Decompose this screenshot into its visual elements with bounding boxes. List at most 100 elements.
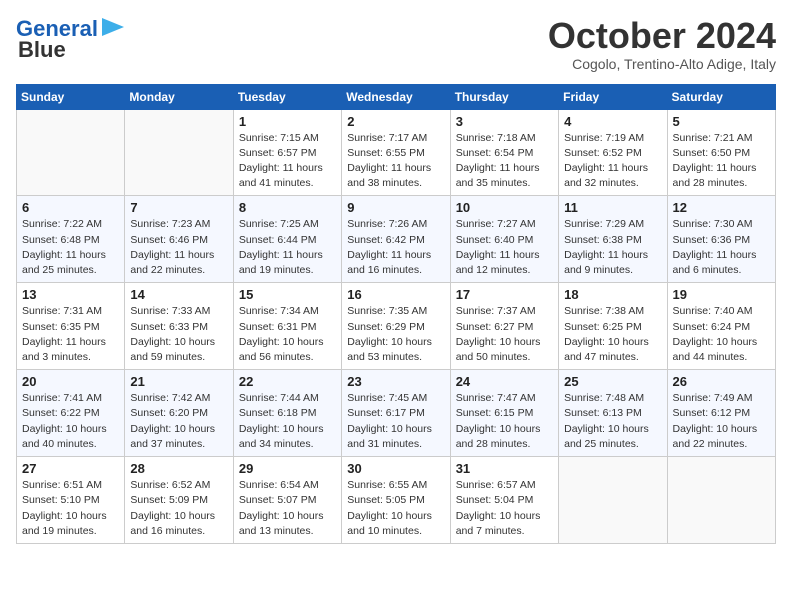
- day-number: 12: [673, 200, 770, 215]
- day-info: Sunrise: 7:26 AM Sunset: 6:42 PM Dayligh…: [347, 217, 444, 278]
- calendar-cell: 25 Sunrise: 7:48 AM Sunset: 6:13 PM Dayli…: [559, 370, 667, 457]
- calendar-cell: 3 Sunrise: 7:18 AM Sunset: 6:54 PM Daylig…: [450, 109, 558, 196]
- day-number: 23: [347, 374, 444, 389]
- day-info: Sunrise: 7:22 AM Sunset: 6:48 PM Dayligh…: [22, 217, 119, 278]
- logo-blue-text: Blue: [18, 39, 66, 61]
- day-number: 4: [564, 114, 661, 129]
- calendar-cell: 14 Sunrise: 7:33 AM Sunset: 6:33 PM Dayli…: [125, 283, 233, 370]
- calendar-cell: 16Sunrise: 7:35 AM Sunset: 6:29 PM Dayli…: [342, 283, 450, 370]
- calendar-header-row: SundayMondayTuesdayWednesdayThursdayFrid…: [17, 84, 776, 109]
- page-header: General Blue October 2024 Cogolo, Trenti…: [16, 16, 776, 72]
- calendar-cell: 26 Sunrise: 7:49 AM Sunset: 6:12 PM Dayli…: [667, 370, 775, 457]
- location-subtitle: Cogolo, Trentino-Alto Adige, Italy: [548, 56, 776, 72]
- calendar-cell: 28 Sunrise: 6:52 AM Sunset: 5:09 PM Dayli…: [125, 457, 233, 544]
- day-number: 21: [130, 374, 227, 389]
- day-info: Sunrise: 7:40 AM Sunset: 6:24 PM Dayligh…: [673, 304, 770, 365]
- calendar-cell: 1 Sunrise: 7:15 AM Sunset: 6:57 PM Daylig…: [233, 109, 341, 196]
- day-info: Sunrise: 7:33 AM Sunset: 6:33 PM Dayligh…: [130, 304, 227, 365]
- calendar-cell: 12 Sunrise: 7:30 AM Sunset: 6:36 PM Dayli…: [667, 196, 775, 283]
- calendar-cell: 17 Sunrise: 7:37 AM Sunset: 6:27 PM Dayli…: [450, 283, 558, 370]
- calendar-cell: 18 Sunrise: 7:38 AM Sunset: 6:25 PM Dayli…: [559, 283, 667, 370]
- calendar-cell: [125, 109, 233, 196]
- day-info: Sunrise: 7:48 AM Sunset: 6:13 PM Dayligh…: [564, 391, 661, 452]
- day-number: 29: [239, 461, 336, 476]
- calendar-cell: 9 Sunrise: 7:26 AM Sunset: 6:42 PM Daylig…: [342, 196, 450, 283]
- day-number: 11: [564, 200, 661, 215]
- day-number: 19: [673, 287, 770, 302]
- day-info: Sunrise: 7:23 AM Sunset: 6:46 PM Dayligh…: [130, 217, 227, 278]
- day-number: 14: [130, 287, 227, 302]
- day-number: 3: [456, 114, 553, 129]
- logo: General Blue: [16, 16, 124, 61]
- day-number: 16: [347, 287, 444, 302]
- day-info: Sunrise: 7:17 AM Sunset: 6:55 PM Dayligh…: [347, 131, 444, 192]
- day-info: Sunrise: 7:30 AM Sunset: 6:36 PM Dayligh…: [673, 217, 770, 278]
- calendar-cell: 31 Sunrise: 6:57 AM Sunset: 5:04 PM Dayli…: [450, 457, 558, 544]
- calendar-weekday-header: Wednesday: [342, 84, 450, 109]
- day-info: Sunrise: 7:37 AM Sunset: 6:27 PM Dayligh…: [456, 304, 553, 365]
- calendar-week-row: 6 Sunrise: 7:22 AM Sunset: 6:48 PM Daylig…: [17, 196, 776, 283]
- day-info: Sunrise: 7:18 AM Sunset: 6:54 PM Dayligh…: [456, 131, 553, 192]
- month-title: October 2024: [548, 16, 776, 56]
- day-info: Sunrise: 6:55 AM Sunset: 5:05 PM Dayligh…: [347, 478, 444, 539]
- day-number: 25: [564, 374, 661, 389]
- calendar-cell: 13 Sunrise: 7:31 AM Sunset: 6:35 PM Dayli…: [17, 283, 125, 370]
- day-info: Sunrise: 6:51 AM Sunset: 5:10 PM Dayligh…: [22, 478, 119, 539]
- day-number: 28: [130, 461, 227, 476]
- day-info: Sunrise: 7:25 AM Sunset: 6:44 PM Dayligh…: [239, 217, 336, 278]
- day-number: 7: [130, 200, 227, 215]
- day-number: 9: [347, 200, 444, 215]
- day-info: Sunrise: 6:54 AM Sunset: 5:07 PM Dayligh…: [239, 478, 336, 539]
- calendar-cell: 30 Sunrise: 6:55 AM Sunset: 5:05 PM Dayli…: [342, 457, 450, 544]
- day-info: Sunrise: 7:34 AM Sunset: 6:31 PM Dayligh…: [239, 304, 336, 365]
- day-info: Sunrise: 7:15 AM Sunset: 6:57 PM Dayligh…: [239, 131, 336, 192]
- calendar-cell: [667, 457, 775, 544]
- day-number: 1: [239, 114, 336, 129]
- calendar-table: SundayMondayTuesdayWednesdayThursdayFrid…: [16, 84, 776, 544]
- day-number: 18: [564, 287, 661, 302]
- day-number: 17: [456, 287, 553, 302]
- day-info: Sunrise: 7:49 AM Sunset: 6:12 PM Dayligh…: [673, 391, 770, 452]
- day-info: Sunrise: 7:45 AM Sunset: 6:17 PM Dayligh…: [347, 391, 444, 452]
- calendar-week-row: 27Sunrise: 6:51 AM Sunset: 5:10 PM Dayli…: [17, 457, 776, 544]
- day-number: 2: [347, 114, 444, 129]
- day-number: 26: [673, 374, 770, 389]
- day-number: 6: [22, 200, 119, 215]
- day-info: Sunrise: 7:29 AM Sunset: 6:38 PM Dayligh…: [564, 217, 661, 278]
- title-block: October 2024 Cogolo, Trentino-Alto Adige…: [548, 16, 776, 72]
- day-info: Sunrise: 7:21 AM Sunset: 6:50 PM Dayligh…: [673, 131, 770, 192]
- calendar-cell: 15Sunrise: 7:34 AM Sunset: 6:31 PM Dayli…: [233, 283, 341, 370]
- calendar-week-row: 20Sunrise: 7:41 AM Sunset: 6:22 PM Dayli…: [17, 370, 776, 457]
- calendar-cell: [17, 109, 125, 196]
- day-number: 22: [239, 374, 336, 389]
- calendar-weekday-header: Monday: [125, 84, 233, 109]
- calendar-cell: 20Sunrise: 7:41 AM Sunset: 6:22 PM Dayli…: [17, 370, 125, 457]
- day-number: 5: [673, 114, 770, 129]
- calendar-cell: 7 Sunrise: 7:23 AM Sunset: 6:46 PM Daylig…: [125, 196, 233, 283]
- calendar-weekday-header: Thursday: [450, 84, 558, 109]
- day-info: Sunrise: 7:27 AM Sunset: 6:40 PM Dayligh…: [456, 217, 553, 278]
- calendar-cell: 8Sunrise: 7:25 AM Sunset: 6:44 PM Daylig…: [233, 196, 341, 283]
- calendar-cell: 27Sunrise: 6:51 AM Sunset: 5:10 PM Dayli…: [17, 457, 125, 544]
- day-info: Sunrise: 6:57 AM Sunset: 5:04 PM Dayligh…: [456, 478, 553, 539]
- day-number: 13: [22, 287, 119, 302]
- day-info: Sunrise: 7:31 AM Sunset: 6:35 PM Dayligh…: [22, 304, 119, 365]
- calendar-weekday-header: Friday: [559, 84, 667, 109]
- calendar-cell: 24 Sunrise: 7:47 AM Sunset: 6:15 PM Dayli…: [450, 370, 558, 457]
- calendar-week-row: 13 Sunrise: 7:31 AM Sunset: 6:35 PM Dayli…: [17, 283, 776, 370]
- day-number: 24: [456, 374, 553, 389]
- day-info: Sunrise: 6:52 AM Sunset: 5:09 PM Dayligh…: [130, 478, 227, 539]
- calendar-weekday-header: Tuesday: [233, 84, 341, 109]
- calendar-cell: [559, 457, 667, 544]
- calendar-cell: 5 Sunrise: 7:21 AM Sunset: 6:50 PM Daylig…: [667, 109, 775, 196]
- calendar-cell: 10Sunrise: 7:27 AM Sunset: 6:40 PM Dayli…: [450, 196, 558, 283]
- day-info: Sunrise: 7:38 AM Sunset: 6:25 PM Dayligh…: [564, 304, 661, 365]
- day-info: Sunrise: 7:42 AM Sunset: 6:20 PM Dayligh…: [130, 391, 227, 452]
- calendar-cell: 21 Sunrise: 7:42 AM Sunset: 6:20 PM Dayli…: [125, 370, 233, 457]
- calendar-weekday-header: Sunday: [17, 84, 125, 109]
- calendar-cell: 22Sunrise: 7:44 AM Sunset: 6:18 PM Dayli…: [233, 370, 341, 457]
- day-number: 30: [347, 461, 444, 476]
- calendar-cell: 6 Sunrise: 7:22 AM Sunset: 6:48 PM Daylig…: [17, 196, 125, 283]
- day-info: Sunrise: 7:47 AM Sunset: 6:15 PM Dayligh…: [456, 391, 553, 452]
- day-number: 31: [456, 461, 553, 476]
